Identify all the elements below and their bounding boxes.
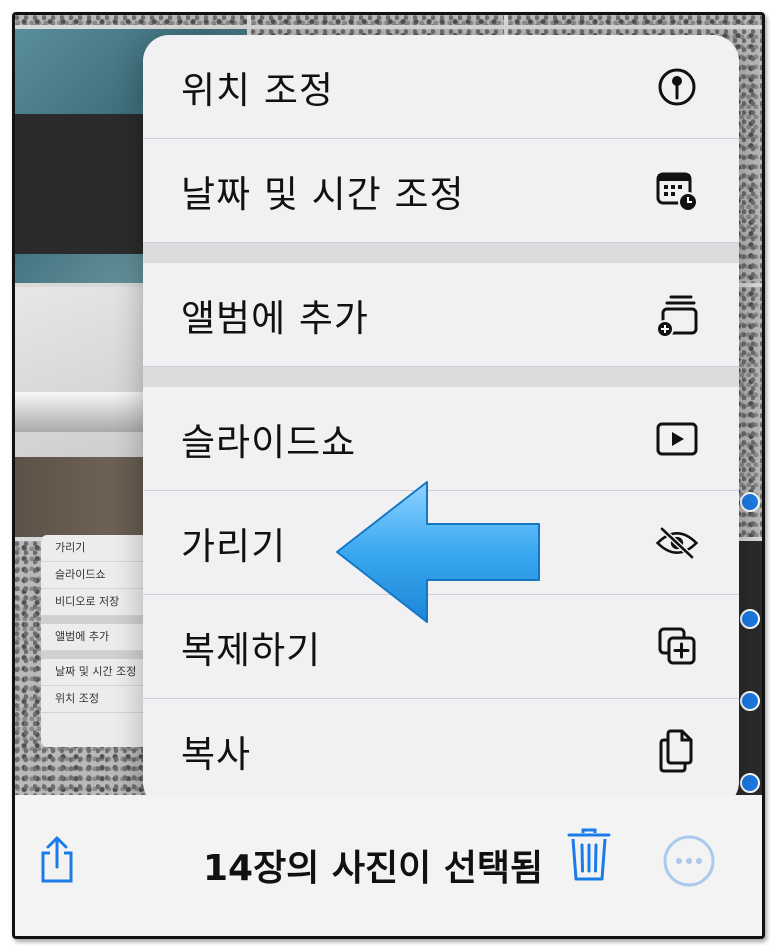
copy-icon: [655, 729, 699, 773]
menu-item-label: 위치 조정: [181, 68, 334, 112]
eye-slash-icon: [655, 521, 699, 565]
menu-item-add-to-album[interactable]: 앨범에 추가: [143, 263, 739, 367]
photo-thumbnail[interactable]: [251, 15, 504, 25]
menu-item-label: 복사: [181, 733, 252, 776]
screenshot-frame: 가리기 슬라이드쇼 비디오로 저장 앨범에 추가 날짜 및 시간 조정 위치 조…: [12, 12, 765, 939]
menu-item-label: 슬라이드쇼: [181, 420, 357, 464]
bottom-toolbar: 14장의 사진이 선택됨: [15, 795, 762, 936]
menu-item-adjust-date-time[interactable]: 날짜 및 시간 조정: [143, 139, 739, 243]
menu-item-label: 가리기: [181, 524, 287, 568]
trash-icon[interactable]: [567, 827, 611, 883]
context-menu: 위치 조정 날짜 및 시간 조정 앨범에 추가 슬라이드쇼 가리기 복제하기 복…: [143, 35, 739, 808]
menu-item-label: 날짜 및 시간 조정: [181, 172, 465, 216]
share-icon[interactable]: [37, 835, 77, 885]
selected-check-icon: [740, 609, 760, 629]
location-pin-icon: [655, 65, 699, 109]
annotation-arrow-icon: [336, 481, 540, 623]
duplicate-icon: [655, 625, 699, 669]
menu-item-copy[interactable]: 복사: [143, 699, 739, 803]
more-icon[interactable]: [663, 835, 715, 887]
menu-item-label: 복제하기: [181, 628, 322, 672]
selection-count-label: 14장의 사진이 선택됨: [203, 848, 544, 889]
menu-item-slideshow[interactable]: 슬라이드쇼: [143, 387, 739, 491]
photo-thumbnail[interactable]: [508, 15, 762, 25]
selected-check-icon: [740, 691, 760, 711]
menu-item-adjust-location[interactable]: 위치 조정: [143, 35, 739, 139]
selected-check-icon: [740, 773, 760, 793]
menu-item-label: 앨범에 추가: [181, 296, 369, 340]
photo-thumbnail[interactable]: [15, 15, 247, 25]
selected-check-icon: [740, 492, 760, 512]
play-icon: [655, 417, 699, 461]
calendar-clock-icon: [655, 169, 699, 213]
add-to-album-icon: [655, 293, 699, 337]
